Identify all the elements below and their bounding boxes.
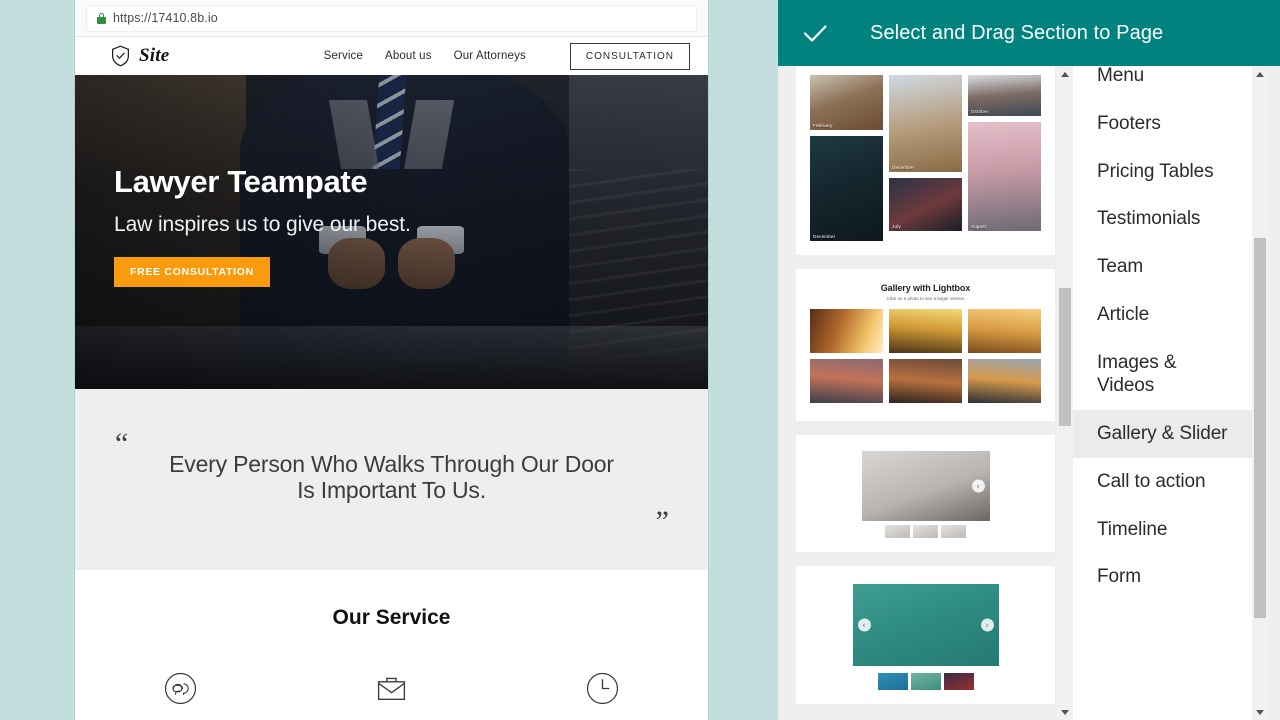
category-item-article[interactable]: Article — [1073, 291, 1268, 339]
tile-caption: December — [892, 165, 915, 170]
gallery-tile — [810, 359, 883, 403]
gallery-tile — [810, 309, 883, 353]
section-list-scrollbar[interactable] — [1057, 66, 1073, 720]
panel-title: Select and Drag Section to Page — [870, 21, 1164, 44]
brand-name: Site — [139, 45, 170, 66]
category-item-team[interactable]: Team — [1073, 243, 1268, 291]
section-category-list: Menu Footers Pricing Tables Testimonials… — [1073, 66, 1268, 720]
services-section: Our Service — [75, 570, 708, 705]
carousel-thumbnail[interactable] — [910, 673, 941, 690]
gallery-tile: December — [889, 75, 962, 172]
carousel-thumbnails — [877, 673, 974, 690]
services-icon-row — [75, 672, 708, 705]
panel-header: Select and Drag Section to Page — [778, 0, 1280, 66]
carousel-prev-arrow-icon[interactable]: ‹ — [857, 618, 871, 632]
tile-caption: December — [813, 234, 836, 239]
slider-thumbnail[interactable] — [885, 525, 910, 538]
scrollbar-thumb[interactable] — [1254, 238, 1266, 618]
category-item-gallery-slider[interactable]: Gallery & Slider — [1073, 410, 1268, 458]
free-consultation-button[interactable]: FREE CONSULTATION — [114, 257, 270, 288]
tile-caption: July — [892, 224, 901, 229]
service-item-support — [75, 672, 286, 705]
slider-stage: › — [861, 451, 990, 521]
section-card-masonry-gallery[interactable]: February December December July October … — [796, 66, 1055, 255]
gallery-tile: October — [968, 75, 1041, 116]
scroll-up-arrow-icon[interactable] — [1252, 66, 1268, 82]
quote-section: “ Every Person Who Walks Through Our Doo… — [75, 389, 708, 570]
nav-link-about-us[interactable]: About us — [385, 50, 432, 62]
url-input[interactable]: https://17410.8b.io — [87, 5, 696, 31]
carousel-thumbnail[interactable] — [943, 673, 974, 690]
site-nav-links: Service About us Our Attorneys CONSULTAT… — [324, 42, 690, 70]
services-heading: Our Service — [332, 606, 451, 629]
checkmark-icon[interactable] — [800, 18, 830, 48]
hero-section: Lawyer Teampate Law inspires us to give … — [75, 75, 708, 389]
site-navbar: Site Service About us Our Attorneys CONS… — [75, 37, 708, 75]
tile-caption: February — [813, 123, 833, 128]
gallery-tile — [889, 359, 962, 403]
service-item-clock — [497, 672, 708, 705]
quote-line-1: Every Person Who Walks Through Our Door — [169, 451, 614, 477]
gallery-tile — [889, 309, 962, 353]
slider-thumbnails — [885, 525, 966, 538]
section-picker-panel: Select and Drag Section to Page February… — [778, 0, 1280, 720]
category-item-testimonials[interactable]: Testimonials — [1073, 195, 1268, 243]
slider-thumbnail[interactable] — [941, 525, 966, 538]
section-card-slider[interactable]: › — [796, 435, 1055, 552]
gallery-tile: August — [968, 122, 1041, 231]
category-item-images-videos[interactable]: Images & Videos — [1073, 339, 1193, 411]
nav-link-our-attorneys[interactable]: Our Attorneys — [454, 50, 526, 62]
panel-body: February December December July October … — [778, 66, 1280, 720]
tile-caption: October — [971, 109, 989, 114]
lightbox-subheading: Click on a photo to see a larger version — [886, 296, 965, 301]
category-list-scrollbar[interactable] — [1252, 66, 1268, 720]
url-text: https://17410.8b.io — [113, 11, 218, 25]
slider-next-arrow-icon[interactable]: › — [971, 479, 985, 493]
quote-text: Every Person Who Walks Through Our Door … — [75, 451, 708, 504]
tile-caption: August — [971, 224, 987, 229]
section-card-lightbox-gallery[interactable]: Gallery with Lightbox Click on a photo t… — [796, 269, 1055, 421]
lock-icon — [97, 12, 106, 24]
scroll-up-arrow-icon[interactable] — [1057, 66, 1073, 82]
slider-thumbnail[interactable] — [913, 525, 938, 538]
hero-title: Lawyer Teampate — [114, 164, 368, 199]
category-item-menu[interactable]: Menu — [1073, 66, 1268, 100]
carousel-thumbnail[interactable] — [877, 673, 908, 690]
browser-url-bar: https://17410.8b.io — [75, 0, 708, 37]
app-root: https://17410.8b.io Site Service About u… — [0, 0, 1280, 720]
section-thumbnail-list: February December December July October … — [778, 66, 1073, 720]
consultation-button[interactable]: CONSULTATION — [569, 42, 690, 70]
site-brand[interactable]: Site — [111, 45, 169, 67]
quote-line-2: Is Important To Us. — [297, 477, 486, 504]
support-headset-icon — [164, 672, 197, 705]
category-item-footers[interactable]: Footers — [1073, 100, 1268, 148]
gallery-tile: December — [810, 136, 883, 241]
category-item-pricing-tables[interactable]: Pricing Tables — [1073, 148, 1268, 196]
lightbox-heading: Gallery with Lightbox — [880, 283, 971, 293]
clock-icon — [586, 672, 619, 705]
briefcase-icon — [377, 677, 406, 700]
site-preview-frame: https://17410.8b.io Site Service About u… — [75, 0, 708, 720]
gallery-tile: February — [810, 75, 883, 130]
hero-subtitle: Law inspires us to give our best. — [114, 213, 411, 237]
scroll-down-arrow-icon[interactable] — [1252, 704, 1268, 720]
shield-check-icon — [112, 45, 129, 67]
category-item-form[interactable]: Form — [1073, 553, 1268, 601]
gallery-tile — [968, 309, 1041, 353]
carousel-next-arrow-icon[interactable]: › — [980, 618, 994, 632]
section-card-carousel[interactable]: ‹ › — [796, 566, 1055, 704]
scrollbar-thumb[interactable] — [1059, 288, 1071, 426]
hero-copy: Lawyer Teampate Law inspires us to give … — [114, 164, 411, 288]
category-item-timeline[interactable]: Timeline — [1073, 506, 1268, 554]
category-item-call-to-action[interactable]: Call to action — [1073, 458, 1268, 506]
nav-link-service[interactable]: Service — [324, 50, 363, 62]
gallery-tile: July — [889, 178, 962, 231]
carousel-stage: ‹ › — [852, 584, 999, 666]
scroll-down-arrow-icon[interactable] — [1057, 704, 1073, 720]
quote-close-mark: ” — [655, 505, 669, 538]
gallery-tile — [968, 359, 1041, 403]
service-item-briefcase — [286, 672, 497, 705]
